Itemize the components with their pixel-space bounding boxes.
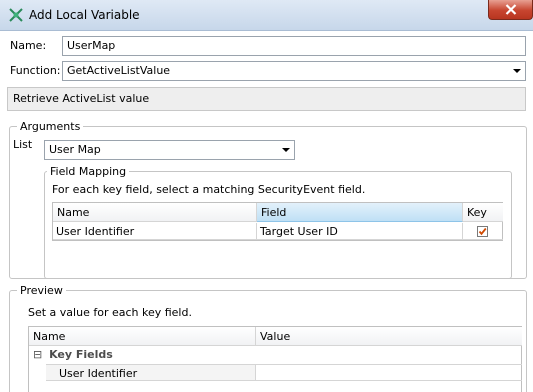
- close-button[interactable]: [488, 0, 533, 20]
- name-label: Name:: [10, 39, 47, 52]
- preview-instruction: Set a value for each key field.: [28, 306, 192, 319]
- preview-table: Name Value ⊟ Key Fields User Identifier: [28, 326, 522, 392]
- key-fields-group-row[interactable]: ⊟ Key Fields: [33, 348, 113, 364]
- field-mapping-instruction: For each key field, select a matching Se…: [52, 183, 366, 196]
- field-mapping-group-title: Field Mapping: [47, 165, 130, 178]
- field-mapping-table: Name Field Key User Identifier Target Us…: [52, 202, 503, 241]
- preview-column-header-name[interactable]: Name: [29, 327, 256, 346]
- column-header-name[interactable]: Name: [53, 203, 257, 222]
- list-select-value: User Map: [49, 143, 101, 156]
- key-fields-group-label: Key Fields: [49, 348, 113, 361]
- column-header-key[interactable]: Key: [463, 203, 503, 222]
- name-input[interactable]: UserMap: [62, 36, 526, 56]
- function-select-value: GetActiveListValue: [67, 64, 171, 77]
- close-icon: [505, 4, 517, 15]
- function-select[interactable]: GetActiveListValue: [62, 61, 526, 81]
- mapping-row-field[interactable]: Target User ID: [257, 223, 463, 240]
- add-local-variable-dialog: Add Local Variable Name: UserMap Functio…: [0, 0, 533, 392]
- variable-icon: [8, 7, 24, 23]
- collapse-icon[interactable]: ⊟: [33, 348, 42, 361]
- preview-group-title: Preview: [17, 284, 66, 297]
- preview-column-header-value[interactable]: Value: [256, 327, 522, 346]
- column-header-field[interactable]: Field: [257, 203, 463, 222]
- checkbox-checked-icon[interactable]: [477, 226, 488, 237]
- list-select[interactable]: User Map: [44, 140, 295, 160]
- function-description: Retrieve ActiveList value: [7, 87, 526, 111]
- preview-row-name: User Identifier: [46, 364, 256, 381]
- arguments-group-title: Arguments: [17, 120, 84, 133]
- chevron-down-icon: [513, 69, 521, 73]
- dialog-title: Add Local Variable: [29, 8, 140, 22]
- preview-row-value-input[interactable]: [256, 364, 522, 381]
- preview-row-name-text: User Identifier: [59, 367, 138, 380]
- chevron-down-icon: [282, 148, 290, 152]
- mapping-row-name: User Identifier: [53, 223, 257, 240]
- mapping-row-key[interactable]: [463, 223, 503, 240]
- list-label: List: [13, 138, 33, 151]
- function-label: Function:: [10, 64, 61, 77]
- title-bar[interactable]: Add Local Variable: [0, 0, 533, 31]
